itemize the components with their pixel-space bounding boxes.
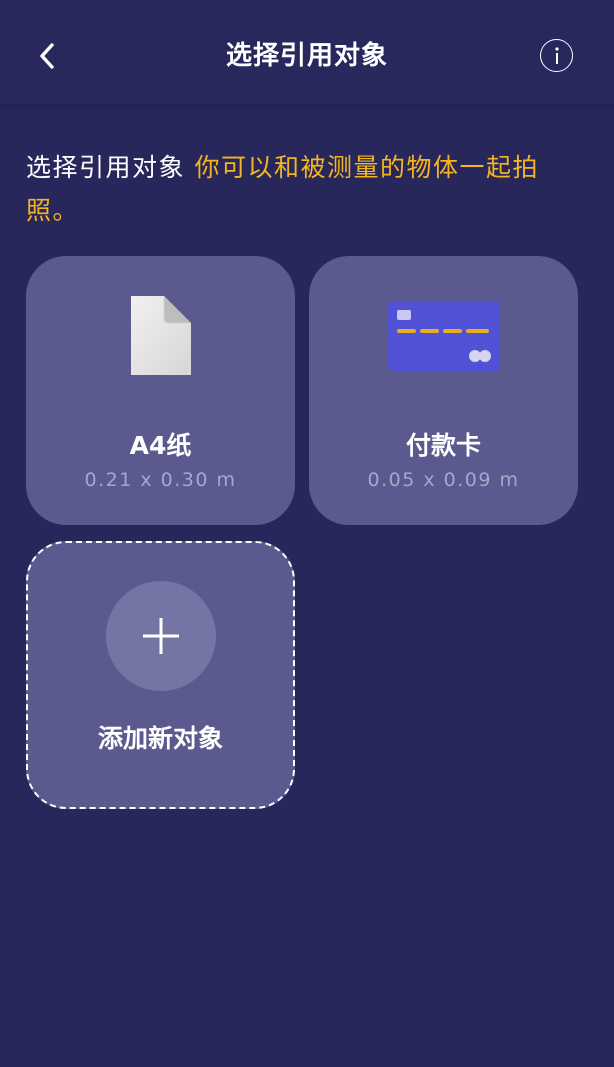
add-object-label: 添加新对象 <box>97 724 223 753</box>
object-dimensions: 0.21 x 0.30 m <box>84 469 237 491</box>
object-dimensions: 0.05 x 0.09 m <box>367 469 520 491</box>
add-button-circle[interactable] <box>106 581 216 691</box>
top-app-bar: 选择引用对象 <box>0 0 614 104</box>
info-icon <box>554 46 559 64</box>
object-card-a4-paper[interactable]: A4纸 0.21 x 0.30 m <box>26 256 295 525</box>
object-card-payment-card[interactable]: 付款卡 0.05 x 0.09 m <box>309 256 578 525</box>
info-button[interactable] <box>540 39 573 72</box>
add-object-card[interactable]: 添加新对象 <box>26 541 295 809</box>
page-title: 选择引用对象 <box>225 41 388 71</box>
intro-prefix: 选择引用对象 <box>26 153 195 182</box>
intro-text: 选择引用对象 你可以和被测量的物体一起拍照。 <box>26 146 586 232</box>
plus-icon <box>143 618 179 654</box>
object-name: A4纸 <box>129 431 192 460</box>
document-icon <box>131 296 191 375</box>
object-name: 付款卡 <box>405 431 481 460</box>
credit-card-icon <box>388 301 500 371</box>
